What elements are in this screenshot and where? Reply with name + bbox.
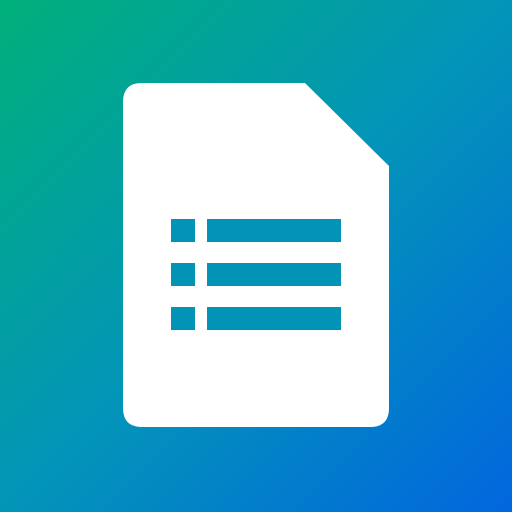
list-bullet [171, 263, 195, 286]
list-line [207, 263, 341, 286]
list-line [207, 307, 341, 330]
list-line [207, 219, 341, 242]
list-bullet [171, 219, 195, 242]
app-icon-graphic [0, 0, 512, 512]
document-page-icon [123, 83, 389, 427]
app-icon [0, 0, 512, 512]
list-bullet [171, 307, 195, 330]
